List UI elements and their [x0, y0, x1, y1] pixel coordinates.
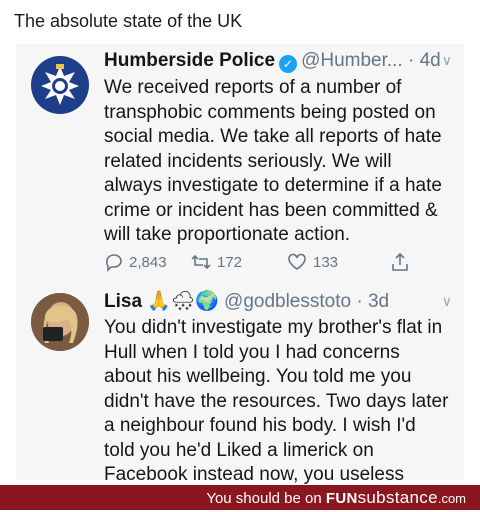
- profile-photo-icon: [31, 293, 89, 351]
- caption: The absolute state of the UK: [14, 11, 243, 31]
- footer-text[interactable]: You should be on FUNsubstance.com: [206, 488, 466, 508]
- tweet-text: You didn't investigate my brother's flat…: [104, 317, 449, 510]
- share-button[interactable]: [390, 252, 410, 272]
- handle-time[interactable]: @Humber... · 4d: [301, 50, 441, 71]
- brand-fun: FUN: [325, 490, 358, 507]
- brand-rest: substance: [357, 488, 438, 507]
- retweet-count: 172: [217, 253, 243, 271]
- police-avatar[interactable]: [31, 56, 89, 114]
- footer-suffix: .com: [437, 491, 466, 506]
- share-icon: [392, 252, 408, 271]
- tweet-text: We received reports of a number of trans…: [104, 77, 442, 245]
- chevron-down-icon[interactable]: ∨: [442, 293, 452, 310]
- retweet-button[interactable]: 172: [190, 252, 242, 272]
- reply-count: 2,843: [129, 253, 167, 271]
- tweet-lisa[interactable]: Lisa 🙏🌨🌍 @godblesstoto · 3d ∨ You didn't…: [16, 289, 464, 510]
- handle-time[interactable]: @godblesstoto · 3d: [224, 291, 389, 312]
- tweet-header: Humberside Police ✓ @Humber... · 4d: [104, 50, 441, 73]
- tweet-header: Lisa 🙏🌨🌍 @godblesstoto · 3d: [104, 291, 389, 313]
- like-count: 133: [313, 253, 339, 271]
- site-footer: You should be on FUNsubstance.com: [0, 485, 480, 510]
- display-name[interactable]: Lisa: [104, 291, 142, 312]
- footer-prefix: You should be on: [206, 490, 322, 507]
- like-button[interactable]: 133: [286, 252, 338, 272]
- brand-logo: FUNsubstance: [325, 488, 438, 507]
- verified-icon: ✓: [279, 55, 298, 73]
- display-name[interactable]: Humberside Police: [104, 50, 275, 71]
- heart-icon: [288, 253, 306, 270]
- reply-button[interactable]: 2,843: [104, 252, 167, 272]
- reply-icon: [106, 254, 122, 272]
- police-badge-icon: [41, 64, 79, 105]
- name-emojis: 🙏🌨🌍: [147, 291, 219, 312]
- tweet-actions: 2,843 172 133: [104, 252, 424, 276]
- chevron-down-icon[interactable]: ∨: [442, 52, 452, 69]
- tweet-police[interactable]: Humberside Police ✓ @Humber... · 4d ∨ We r…: [16, 44, 464, 289]
- tweet-card: Humberside Police ✓ @Humber... · 4d ∨ We r…: [16, 44, 464, 510]
- retweet-icon: [191, 254, 211, 270]
- lisa-avatar[interactable]: [31, 293, 89, 351]
